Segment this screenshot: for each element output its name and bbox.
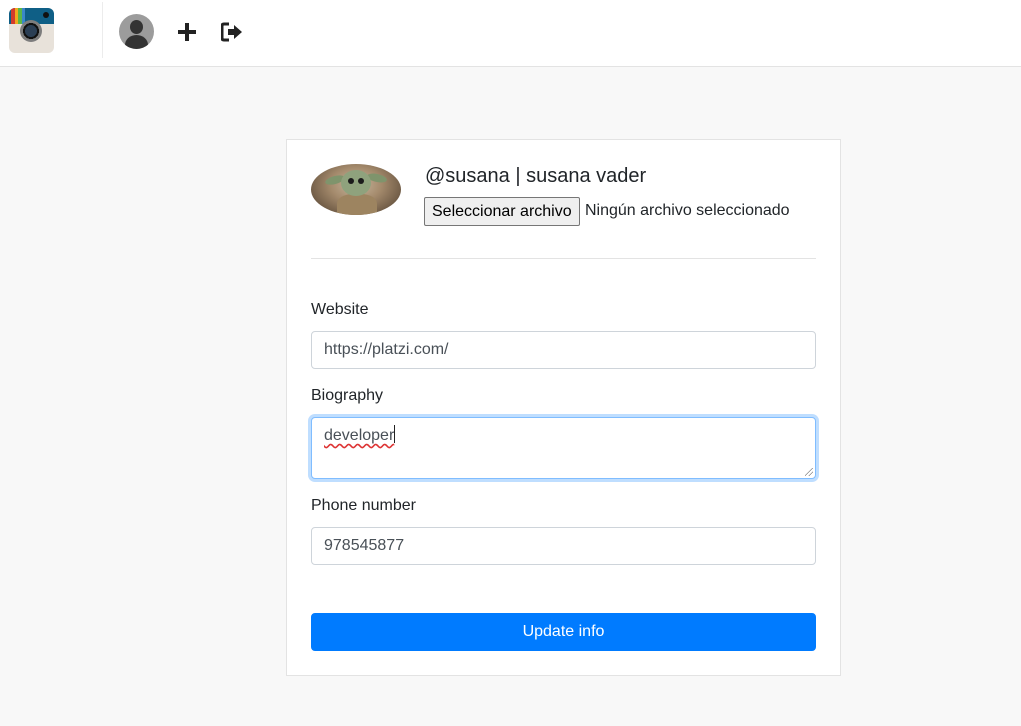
plus-icon[interactable]: [177, 22, 197, 42]
camera-logo-icon[interactable]: [9, 8, 54, 53]
choose-file-button[interactable]: Seleccionar archivo: [424, 197, 580, 226]
website-input[interactable]: https://platzi.com/: [311, 331, 816, 369]
file-status-text: Ningún archivo seleccionado: [585, 202, 790, 219]
profile-edit-card: @susana | susana vader Seleccionar archi…: [286, 139, 841, 676]
website-label: Website: [311, 301, 369, 318]
profile-handle: @susana | susana vader: [425, 165, 647, 187]
nav-divider: [102, 2, 103, 58]
phone-input[interactable]: 978545877: [311, 527, 816, 565]
section-divider: [311, 258, 816, 259]
resize-handle[interactable]: [805, 468, 813, 476]
sign-out-icon[interactable]: [221, 22, 243, 42]
user-avatar-icon[interactable]: [119, 14, 154, 49]
top-navbar: [0, 0, 1021, 67]
biography-text: developer: [324, 427, 395, 444]
biography-label: Biography: [311, 387, 384, 404]
phone-label: Phone number: [311, 497, 416, 514]
text-caret: [394, 425, 396, 443]
update-info-button[interactable]: Update info: [311, 613, 816, 651]
profile-picture: [311, 164, 401, 215]
biography-textarea[interactable]: developer: [311, 417, 816, 479]
